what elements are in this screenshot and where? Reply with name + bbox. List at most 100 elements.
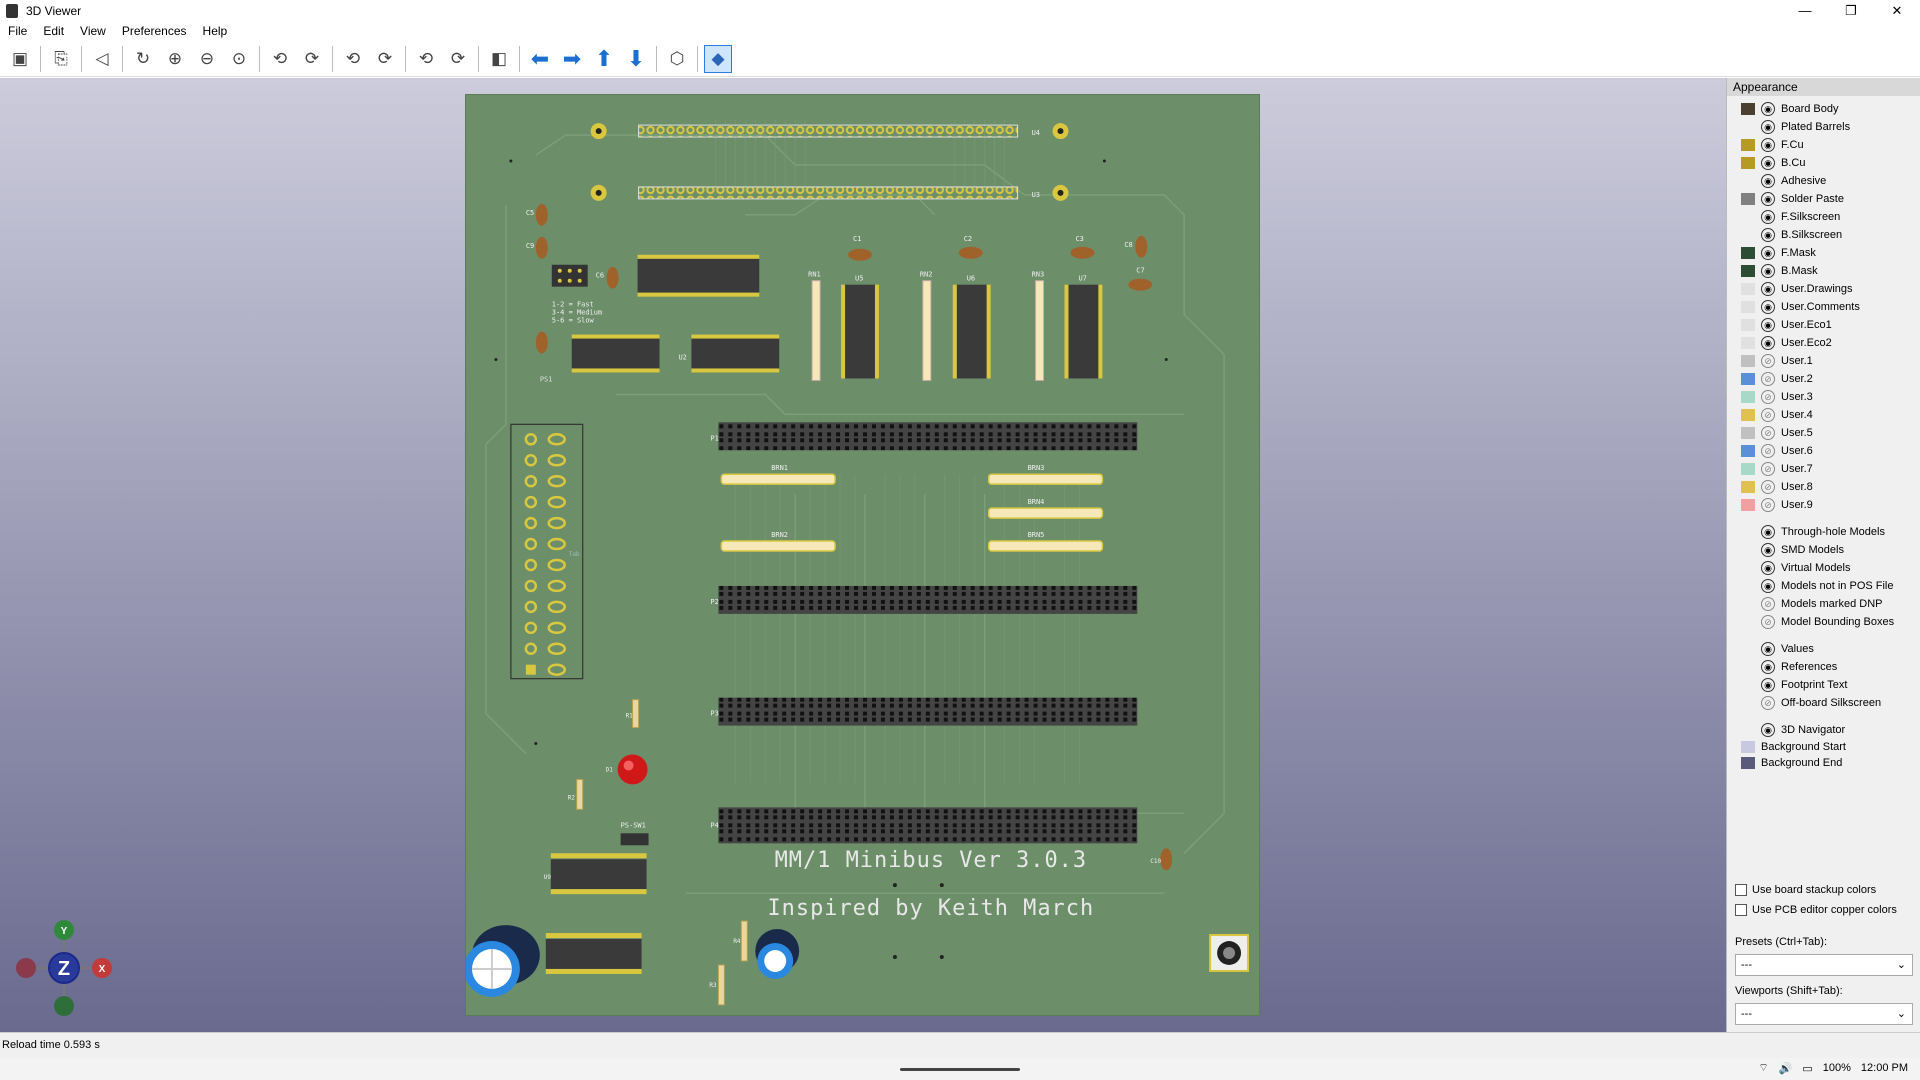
color-swatch[interactable]	[1741, 247, 1755, 259]
color-swatch[interactable]	[1741, 463, 1755, 475]
color-swatch[interactable]	[1741, 499, 1755, 511]
copy-icon[interactable]: ⎘	[47, 45, 75, 73]
eye-off-icon[interactable]: ⊘	[1761, 480, 1775, 494]
rotate-x-cw-icon[interactable]: ⟲	[266, 45, 294, 73]
layer-row-board-body[interactable]: ◉ Board Body	[1727, 100, 1920, 118]
zoom-out-icon[interactable]: ⊖	[193, 45, 221, 73]
layer-row-references[interactable]: ◉ References	[1727, 658, 1920, 676]
layer-row-plated-barrels[interactable]: ◉ Plated Barrels	[1727, 118, 1920, 136]
layer-row-user-4[interactable]: ⊘ User.4	[1727, 406, 1920, 424]
eye-icon[interactable]: ◉	[1761, 138, 1775, 152]
menu-preferences[interactable]: Preferences	[114, 24, 195, 38]
rotate-x-ccw-icon[interactable]: ⟳	[298, 45, 326, 73]
color-swatch[interactable]	[1741, 157, 1755, 169]
pan-up-icon[interactable]: ⬆	[590, 45, 618, 73]
color-swatch[interactable]	[1741, 481, 1755, 493]
flip-board-icon[interactable]: ◧	[485, 45, 513, 73]
eye-off-icon[interactable]: ⊘	[1761, 462, 1775, 476]
eye-icon[interactable]: ◉	[1761, 246, 1775, 260]
eye-icon[interactable]: ◉	[1761, 579, 1775, 593]
rotate-z-cw-icon[interactable]: ⟲	[412, 45, 440, 73]
eye-icon[interactable]: ◉	[1761, 678, 1775, 692]
menu-file[interactable]: File	[0, 24, 35, 38]
layer-row-user-1[interactable]: ⊘ User.1	[1727, 352, 1920, 370]
layer-row-b-cu[interactable]: ◉ B.Cu	[1727, 154, 1920, 172]
layer-row-f-silkscreen[interactable]: ◉ F.Silkscreen	[1727, 208, 1920, 226]
layer-row-values[interactable]: ◉ Values	[1727, 640, 1920, 658]
raytrace-icon[interactable]: ◁	[88, 45, 116, 73]
layer-row-f-cu[interactable]: ◉ F.Cu	[1727, 136, 1920, 154]
eye-icon[interactable]: ◉	[1761, 525, 1775, 539]
layer-row-user-2[interactable]: ⊘ User.2	[1727, 370, 1920, 388]
eye-icon[interactable]: ◉	[1761, 336, 1775, 350]
color-swatch[interactable]	[1741, 337, 1755, 349]
eye-off-icon[interactable]: ⊘	[1761, 444, 1775, 458]
menu-edit[interactable]: Edit	[35, 24, 72, 38]
layer-row-footprint-text[interactable]: ◉ Footprint Text	[1727, 676, 1920, 694]
clock[interactable]: 12:00 PM	[1861, 1062, 1908, 1074]
color-swatch[interactable]	[1741, 409, 1755, 421]
color-swatch[interactable]	[1741, 265, 1755, 277]
layer-row-user-eco2[interactable]: ◉ User.Eco2	[1727, 334, 1920, 352]
layer-row-adhesive[interactable]: ◉ Adhesive	[1727, 172, 1920, 190]
layer-row-background-end[interactable]: Background End	[1727, 754, 1920, 772]
layer-row-off-board-silkscreen[interactable]: ⊘ Off-board Silkscreen	[1727, 694, 1920, 712]
eye-icon[interactable]: ◉	[1761, 642, 1775, 656]
minimize-button[interactable]: —	[1782, 0, 1828, 21]
eye-off-icon[interactable]: ⊘	[1761, 597, 1775, 611]
eye-off-icon[interactable]: ⊘	[1761, 354, 1775, 368]
eye-icon[interactable]: ◉	[1761, 192, 1775, 206]
color-swatch[interactable]	[1741, 757, 1755, 769]
eye-off-icon[interactable]: ⊘	[1761, 615, 1775, 629]
layer-row-virtual-models[interactable]: ◉ Virtual Models	[1727, 559, 1920, 577]
wifi-icon[interactable]: ⌔	[1758, 1061, 1768, 1075]
layer-row-b-mask[interactable]: ◉ B.Mask	[1727, 262, 1920, 280]
pan-down-icon[interactable]: ⬇	[622, 45, 650, 73]
volume-icon[interactable]: 🔊	[1779, 1062, 1793, 1075]
layer-row-models-not-in-pos-file[interactable]: ◉ Models not in POS File	[1727, 577, 1920, 595]
layer-row-3d-navigator[interactable]: ◉ 3D Navigator	[1727, 721, 1920, 739]
eye-off-icon[interactable]: ⊘	[1761, 390, 1775, 404]
layer-row-model-bounding-boxes[interactable]: ⊘ Model Bounding Boxes	[1727, 613, 1920, 631]
layers-icon[interactable]: ◆	[704, 44, 732, 73]
zoom-in-icon[interactable]: ⊕	[161, 45, 189, 73]
layer-row-user-9[interactable]: ⊘ User.9	[1727, 496, 1920, 514]
ortho-icon[interactable]: ⬡	[663, 45, 691, 73]
layer-row-f-mask[interactable]: ◉ F.Mask	[1727, 244, 1920, 262]
color-swatch[interactable]	[1741, 373, 1755, 385]
rotate-y-cw-icon[interactable]: ⟲	[339, 45, 367, 73]
eye-icon[interactable]: ◉	[1761, 300, 1775, 314]
eye-icon[interactable]: ◉	[1761, 561, 1775, 575]
eye-icon[interactable]: ◉	[1761, 228, 1775, 242]
eye-off-icon[interactable]: ⊘	[1761, 426, 1775, 440]
home-indicator[interactable]	[900, 1068, 1020, 1071]
layer-row-user-drawings[interactable]: ◉ User.Drawings	[1727, 280, 1920, 298]
color-swatch[interactable]	[1741, 445, 1755, 457]
eye-icon[interactable]: ◉	[1761, 264, 1775, 278]
layer-row-user-comments[interactable]: ◉ User.Comments	[1727, 298, 1920, 316]
color-swatch[interactable]	[1741, 741, 1755, 753]
layer-row-user-6[interactable]: ⊘ User.6	[1727, 442, 1920, 460]
color-swatch[interactable]	[1741, 301, 1755, 313]
color-swatch[interactable]	[1741, 391, 1755, 403]
eye-icon[interactable]: ◉	[1761, 282, 1775, 296]
layer-row-user-7[interactable]: ⊘ User.7	[1727, 460, 1920, 478]
use-pcb-colors-checkbox[interactable]: Use PCB editor copper colors	[1735, 904, 1897, 916]
presets-select[interactable]: --- ⌄	[1735, 954, 1913, 976]
render-icon[interactable]: ▣	[6, 45, 34, 73]
eye-icon[interactable]: ◉	[1761, 156, 1775, 170]
color-swatch[interactable]	[1741, 211, 1755, 223]
layer-row-user-3[interactable]: ⊘ User.3	[1727, 388, 1920, 406]
eye-icon[interactable]: ◉	[1761, 174, 1775, 188]
color-swatch[interactable]	[1741, 103, 1755, 115]
3d-viewport[interactable]: U4 U3 C5 C9 C6 C1 C2 C3 C8 C7 1-2 = Fast…	[0, 78, 1726, 1032]
color-swatch[interactable]	[1741, 139, 1755, 151]
color-swatch[interactable]	[1741, 283, 1755, 295]
layer-row-user-8[interactable]: ⊘ User.8	[1727, 478, 1920, 496]
reload-icon[interactable]: ↻	[129, 45, 157, 73]
layer-row-models-marked-dnp[interactable]: ⊘ Models marked DNP	[1727, 595, 1920, 613]
eye-icon[interactable]: ◉	[1761, 210, 1775, 224]
pan-right-icon[interactable]: ➡	[558, 45, 586, 73]
layer-row-b-silkscreen[interactable]: ◉ B.Silkscreen	[1727, 226, 1920, 244]
eye-off-icon[interactable]: ⊘	[1761, 498, 1775, 512]
